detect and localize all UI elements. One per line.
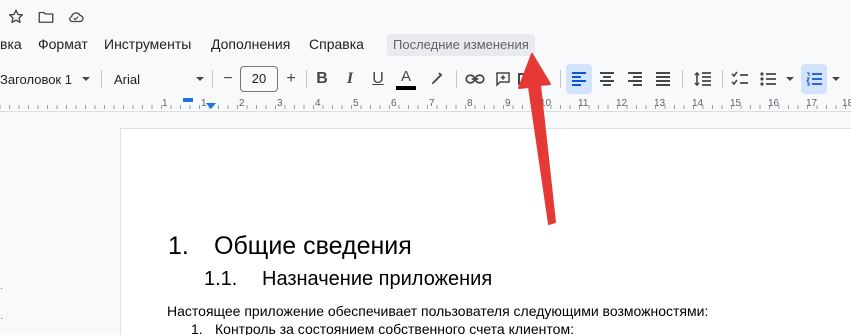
chevron-down-icon[interactable] <box>783 64 797 94</box>
heading-1-number: 1. <box>168 232 189 260</box>
toolbar-divider <box>682 70 683 88</box>
ruler-number: 3 <box>277 98 283 109</box>
ruler-number: 15 <box>730 98 742 109</box>
heading-2-number: 1.1. <box>204 268 238 290</box>
menu-format[interactable]: Формат <box>38 36 88 52</box>
line-spacing-icon[interactable] <box>690 64 716 94</box>
ruler-number: 17 <box>806 98 818 109</box>
bulleted-list-icon[interactable] <box>757 64 779 94</box>
left-indent-marker <box>206 103 216 109</box>
align-center-button[interactable] <box>594 64 620 94</box>
heading-1[interactable]: 1. Общие сведения <box>168 232 412 261</box>
document-canvas[interactable] <box>0 112 851 335</box>
chevron-down-icon[interactable] <box>78 64 94 94</box>
menu-insert[interactable]: вка <box>0 36 22 52</box>
heading-1-text: Общие сведения <box>214 232 412 260</box>
star-icon[interactable] <box>6 7 26 27</box>
align-justify-button[interactable] <box>650 64 676 94</box>
text-color-swatch <box>396 85 416 90</box>
numbered-list-button[interactable] <box>801 64 827 94</box>
ruler-number: 1 <box>162 98 168 109</box>
ruler-number: 13 <box>654 98 666 109</box>
list-item-text: Контроль за состоянием собственного счет… <box>215 321 574 335</box>
chevron-down-icon[interactable] <box>192 64 208 94</box>
text-color-letter: A <box>400 67 411 85</box>
ruler-ticks <box>0 98 846 109</box>
ruler-number: 14 <box>692 98 704 109</box>
toolbar-divider <box>722 70 723 88</box>
ruler-number: 2 <box>239 98 245 109</box>
ruler-number: 1 <box>201 98 207 109</box>
font-size-increase-button[interactable]: + <box>279 64 303 94</box>
cloud-saved-icon[interactable] <box>66 7 86 27</box>
paragraph-style-select[interactable]: Заголовок 1 <box>0 64 80 94</box>
toolbar-divider <box>212 70 213 88</box>
toolbar-divider <box>560 70 561 88</box>
menu-tools[interactable]: Инструменты <box>104 36 191 52</box>
menu-bar: вка Формат Инструменты Дополнения Справк… <box>0 34 851 56</box>
font-size-input[interactable]: 20 <box>240 66 278 92</box>
paragraph-style-value: Заголовок 1 <box>0 71 72 87</box>
ruler-number: 18 <box>842 98 851 109</box>
ruler-number: 10 <box>540 98 552 109</box>
menu-help[interactable]: Справка <box>309 36 364 52</box>
title-bar <box>0 0 851 34</box>
add-comment-icon[interactable] <box>491 64 515 94</box>
heading-2-text: Назначение приложения <box>262 268 493 290</box>
highlight-pen-icon[interactable] <box>426 64 448 94</box>
align-right-button[interactable] <box>622 64 648 94</box>
chevron-down-icon[interactable] <box>829 64 843 94</box>
toolbar: Заголовок 1 Arial − 20 + B I U A <box>0 64 851 94</box>
bold-button[interactable]: B <box>311 64 333 94</box>
ruler-number: 7 <box>429 98 435 109</box>
link-icon[interactable] <box>463 64 487 94</box>
folder-icon[interactable] <box>36 7 56 27</box>
insert-image-icon[interactable] <box>517 64 531 94</box>
toolbar-divider <box>306 70 307 88</box>
list-item-number: 1. <box>191 321 203 335</box>
heading-2[interactable]: 1.1. Назначение приложения <box>204 268 492 291</box>
underline-button[interactable]: U <box>367 64 389 94</box>
text-color-button[interactable]: A <box>395 64 417 94</box>
align-left-button[interactable] <box>566 64 592 94</box>
ruler-number: 6 <box>391 98 397 109</box>
ruler-number: 12 <box>616 98 628 109</box>
menu-addons[interactable]: Дополнения <box>211 36 290 52</box>
ruler-number: 16 <box>768 98 780 109</box>
body-paragraph[interactable]: Настоящее приложение обеспечивает пользо… <box>167 303 708 319</box>
ruler-number: 8 <box>467 98 473 109</box>
ruler-number: 5 <box>353 98 359 109</box>
ruler-number: 9 <box>505 98 511 109</box>
outline-marker: · <box>0 313 4 324</box>
list-item[interactable]: 1. Контроль за состоянием собственного сч… <box>191 321 574 335</box>
first-line-indent-marker <box>183 98 193 102</box>
font-value: Arial <box>114 71 141 87</box>
outline-marker: · <box>0 283 4 294</box>
italic-button[interactable]: I <box>339 64 361 94</box>
toolbar-divider <box>456 70 457 88</box>
last-edit-link[interactable]: Последние изменения <box>387 34 535 56</box>
font-select[interactable]: Arial <box>114 64 194 94</box>
horizontal-ruler[interactable]: 1 1 2 3 4 5 6 7 8 9 10 11 12 13 14 15 16… <box>0 96 851 112</box>
toolbar-divider <box>101 70 102 88</box>
ruler-number: 4 <box>315 98 321 109</box>
font-size-decrease-button[interactable]: − <box>216 64 240 94</box>
ruler-number: 11 <box>578 98 589 109</box>
checklist-icon[interactable] <box>727 64 753 94</box>
